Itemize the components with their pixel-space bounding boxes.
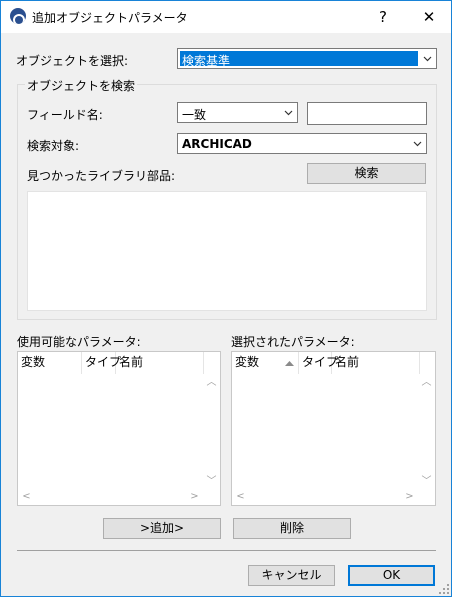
field-match-dropdown[interactable]: 一致	[177, 102, 298, 123]
column-header-name[interactable]: 名前	[332, 352, 420, 374]
column-header-type[interactable]: タイプ	[299, 352, 338, 374]
search-target-dropdown[interactable]: ARCHICAD	[177, 133, 427, 154]
select-object-label: オブジェクトを選択:	[16, 54, 129, 68]
window-title: 追加オブジェクトパラメータ	[32, 11, 188, 25]
add-button[interactable]: >追加>	[103, 518, 221, 539]
delete-button[interactable]: 削除	[233, 518, 351, 539]
field-value-input[interactable]	[307, 102, 427, 125]
selected-params-list[interactable]: 変数 タイプ 名前 ︿ ﹀ < >	[231, 351, 436, 506]
dialog-window: 追加オブジェクトパラメータ ? ✕ オブジェクトを選択: 検索基準 オブジェクト…	[0, 0, 452, 597]
archicad-logo-icon	[10, 8, 26, 24]
column-header-type[interactable]: タイプ	[82, 352, 121, 374]
title-bar[interactable]: 追加オブジェクトパラメータ ? ✕	[1, 1, 451, 33]
available-params-list[interactable]: 変数 タイプ 名前 ︿ ﹀ < >	[17, 351, 221, 506]
vertical-scrollbar[interactable]: ︿ ﹀	[203, 374, 220, 490]
column-header-variable[interactable]: 変数	[18, 352, 82, 374]
scroll-left-arrow-icon[interactable]: <	[232, 488, 249, 505]
found-parts-list[interactable]	[27, 191, 427, 311]
scroll-left-arrow-icon[interactable]: <	[18, 488, 35, 505]
horizontal-scrollbar[interactable]: < >	[18, 488, 203, 505]
column-header-variable-label: 変数	[235, 355, 260, 369]
available-params-label: 使用可能なパラメータ:	[17, 335, 141, 349]
close-button[interactable]: ✕	[407, 1, 451, 33]
scroll-up-arrow-icon[interactable]: ︿	[418, 374, 435, 391]
scroll-down-arrow-icon[interactable]: ﹀	[418, 473, 435, 490]
ok-button[interactable]: OK	[348, 565, 435, 586]
select-object-dropdown[interactable]: 検索基準	[177, 48, 437, 69]
selected-params-label: 選択されたパラメータ:	[231, 335, 355, 349]
select-object-value: 検索基準	[182, 54, 231, 68]
scroll-down-arrow-icon[interactable]: ﹀	[203, 473, 220, 490]
chevron-down-icon	[413, 141, 422, 147]
column-header-name[interactable]: 名前	[116, 352, 204, 374]
search-button[interactable]: 検索	[307, 163, 426, 184]
available-params-header: 変数 タイプ 名前	[18, 352, 204, 374]
scroll-up-arrow-icon[interactable]: ︿	[203, 374, 220, 391]
found-parts-label: 見つかったライブラリ部品:	[27, 169, 176, 183]
column-header-variable[interactable]: 変数	[232, 352, 299, 374]
field-match-value: 一致	[182, 108, 207, 122]
vertical-scrollbar[interactable]: ︿ ﹀	[418, 374, 435, 490]
search-target-value: ARCHICAD	[182, 137, 252, 151]
search-target-label: 検索対象:	[27, 139, 80, 153]
help-button[interactable]: ?	[361, 1, 405, 33]
resize-grip-icon[interactable]	[438, 583, 450, 595]
sort-ascending-icon	[285, 361, 294, 366]
search-group-title: オブジェクトを検索	[25, 77, 138, 94]
horizontal-scrollbar[interactable]: < >	[232, 488, 418, 505]
footer-separator	[17, 550, 436, 551]
selected-params-header: 変数 タイプ 名前	[232, 352, 420, 374]
field-name-label: フィールド名:	[27, 108, 103, 122]
cancel-button[interactable]: キャンセル	[248, 565, 335, 586]
scroll-right-arrow-icon[interactable]: >	[401, 488, 418, 505]
scroll-right-arrow-icon[interactable]: >	[186, 488, 203, 505]
chevron-down-icon	[284, 110, 293, 116]
chevron-down-icon	[423, 56, 432, 62]
